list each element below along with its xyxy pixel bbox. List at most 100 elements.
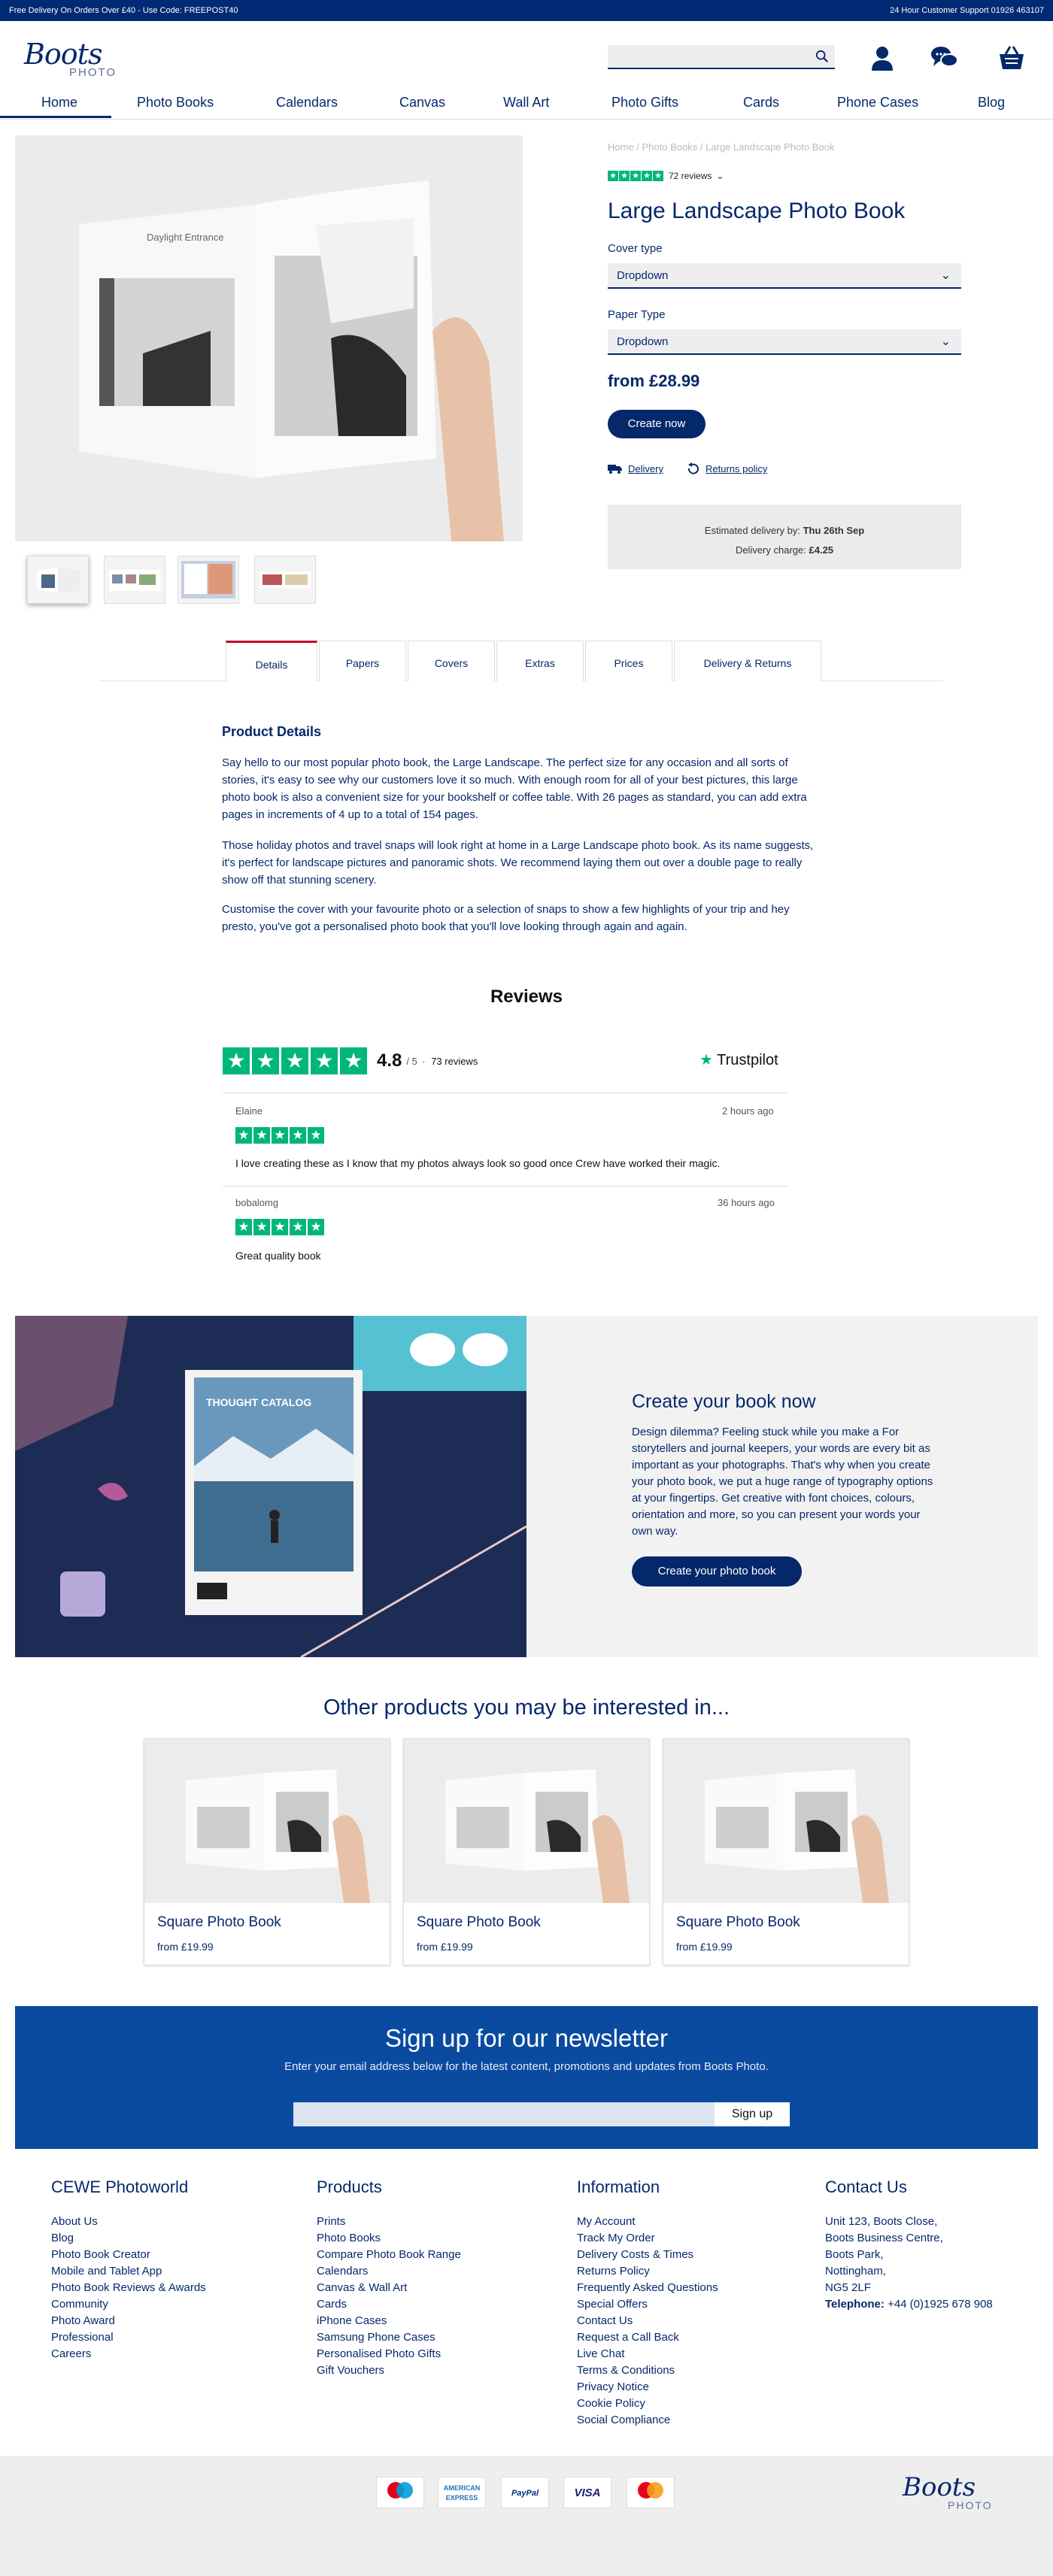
footer-link[interactable]: Terms & Conditions	[577, 2362, 718, 2379]
footer-link[interactable]: Contact Us	[577, 2313, 718, 2329]
nav-photo-gifts[interactable]: Photo Gifts	[611, 95, 678, 111]
mastercard-icon	[627, 2477, 675, 2508]
breadcrumb[interactable]: Home / Photo Books / Large Landscape Pho…	[608, 141, 834, 153]
footer-link[interactable]: Special Offers	[577, 2296, 718, 2313]
thumbnail-1[interactable]	[27, 556, 89, 604]
footer-link[interactable]: Blog	[51, 2230, 206, 2247]
footer-link[interactable]: Careers	[51, 2346, 206, 2362]
tab-extras[interactable]: Extras	[496, 641, 584, 681]
footer-link[interactable]: Compare Photo Book Range	[317, 2247, 461, 2263]
tab-papers[interactable]: Papers	[319, 641, 406, 681]
footer-link[interactable]: Gift Vouchers	[317, 2362, 461, 2379]
review-stars: ★ ★ ★ ★ ★	[235, 1127, 326, 1144]
thumbnail-3[interactable]	[178, 556, 239, 604]
chevron-down-icon: ⌄	[716, 170, 724, 181]
cover-type-select[interactable]: Dropdown ⌄	[608, 263, 961, 289]
review-time: 2 hours ago	[722, 1105, 774, 1117]
reviews-title: Reviews	[490, 986, 563, 1007]
boots-photo-logo[interactable]: Boots PHOTO	[24, 38, 122, 81]
product-card[interactable]: Square Photo Book from £19.99	[403, 1738, 650, 1965]
footer-link[interactable]: Community	[51, 2296, 206, 2313]
footer-link[interactable]: Track My Order	[577, 2230, 718, 2247]
footer-link[interactable]: Mobile and Tablet App	[51, 2263, 206, 2280]
footer-link[interactable]: About Us	[51, 2214, 206, 2230]
address-line: NG5 2LF	[825, 2281, 871, 2294]
tab-details[interactable]: Details	[226, 641, 317, 681]
create-now-button[interactable]: Create now	[608, 410, 706, 438]
product-card[interactable]: Square Photo Book from £19.99	[663, 1738, 909, 1965]
product-card-name: Square Photo Book	[676, 1914, 800, 1930]
footer-link[interactable]: Prints	[317, 2214, 461, 2230]
footer-link[interactable]: Frequently Asked Questions	[577, 2280, 718, 2296]
nav-blog[interactable]: Blog	[978, 95, 1005, 111]
review-time: 36 hours ago	[718, 1197, 775, 1208]
product-price: from £28.99	[608, 371, 700, 390]
nav-canvas[interactable]: Canvas	[399, 95, 445, 111]
reviewer-name: bobalomg	[235, 1197, 279, 1208]
tab-delivery-returns[interactable]: Delivery & Returns	[674, 641, 821, 681]
nav-cards[interactable]: Cards	[743, 95, 779, 111]
details-paragraph-1: Say hello to our most popular photo book…	[222, 756, 807, 821]
footer-link[interactable]: Photo Books	[317, 2230, 461, 2247]
product-card[interactable]: Square Photo Book from £19.99	[144, 1738, 390, 1965]
telephone[interactable]: Telephone: +44 (0)1925 678 908	[825, 2296, 993, 2313]
chat-icon[interactable]	[929, 44, 959, 72]
delivery-link[interactable]: Delivery	[628, 463, 663, 474]
paper-type-select[interactable]: Dropdown ⌄	[608, 329, 961, 355]
nav-phone-cases[interactable]: Phone Cases	[837, 95, 918, 111]
footer-link[interactable]: Personalised Photo Gifts	[317, 2346, 461, 2362]
address-line: Boots Business Centre,	[825, 2232, 943, 2244]
paper-type-label: Paper Type	[608, 308, 666, 321]
rating-summary[interactable]: ★ ★ ★ ★ ★ 72 reviews ⌄	[608, 170, 724, 181]
details-paragraph-3: Customise the cover with your favourite …	[222, 903, 790, 933]
free-delivery-text: Free Delivery On Orders Over £40 - Use C…	[9, 6, 238, 15]
footer-link[interactable]: Delivery Costs & Times	[577, 2247, 718, 2263]
footer-link[interactable]: My Account	[577, 2214, 718, 2230]
telephone-label: Telephone:	[825, 2298, 885, 2311]
paypal-icon: PayPal	[501, 2477, 549, 2508]
nav-wall-art[interactable]: Wall Art	[503, 95, 549, 111]
newsletter-signup-button[interactable]: Sign up	[715, 2102, 790, 2126]
est-delivery-date: Thu 26th Sep	[803, 525, 865, 536]
footer-heading: CEWE Photoworld	[51, 2177, 189, 2196]
footer-link[interactable]: Photo Book Creator	[51, 2247, 206, 2263]
thumbnail-4[interactable]	[254, 556, 316, 604]
nav-photo-books[interactable]: Photo Books	[137, 95, 214, 111]
create-photo-book-button[interactable]: Create your photo book	[632, 1556, 802, 1587]
product-card-name: Square Photo Book	[157, 1914, 281, 1930]
footer-link[interactable]: Cards	[317, 2296, 461, 2313]
trustpilot-logo[interactable]: ★ Trustpilot	[699, 1050, 778, 1069]
basket-icon[interactable]	[997, 44, 1027, 72]
product-card-price: from £19.99	[417, 1941, 473, 1953]
returns-policy-link[interactable]: Returns policy	[706, 463, 767, 474]
footer-link[interactable]: Social Compliance	[577, 2412, 718, 2429]
footer-link[interactable]: Live Chat	[577, 2346, 718, 2362]
footer-link[interactable]: Samsung Phone Cases	[317, 2329, 461, 2346]
footer-link[interactable]: Professional	[51, 2329, 206, 2346]
footer-link[interactable]: Returns Policy	[577, 2263, 718, 2280]
main-nav: Home Photo Books Calendars Canvas Wall A…	[0, 86, 1053, 120]
nav-calendars[interactable]: Calendars	[276, 95, 338, 111]
account-icon[interactable]	[867, 44, 897, 72]
footer-link[interactable]: Photo Award	[51, 2313, 206, 2329]
dot-separator: ·	[421, 1055, 426, 1067]
footer-link[interactable]: iPhone Cases	[317, 2313, 461, 2329]
tab-covers[interactable]: Covers	[408, 641, 495, 681]
footer-link[interactable]: Privacy Notice	[577, 2379, 718, 2396]
footer-boots-photo-logo[interactable]: Boots PHOTO	[903, 2472, 1000, 2517]
tab-prices[interactable]: Prices	[585, 641, 672, 681]
product-card-image	[663, 1739, 909, 1903]
footer-link[interactable]: Request a Call Back	[577, 2329, 718, 2346]
search-icon[interactable]	[815, 50, 829, 63]
newsletter-email-input[interactable]	[293, 2102, 715, 2126]
thumbnail-2[interactable]	[104, 556, 165, 604]
product-main-image[interactable]: Daylight Entrance	[15, 135, 523, 541]
search-input[interactable]	[608, 45, 835, 69]
product-card-image	[144, 1739, 390, 1903]
nav-home[interactable]: Home	[41, 95, 77, 111]
footer-link[interactable]: Cookie Policy	[577, 2396, 718, 2412]
footer-link[interactable]: Canvas & Wall Art	[317, 2280, 461, 2296]
footer-link[interactable]: Photo Book Reviews & Awards	[51, 2280, 206, 2296]
review-total: 73 reviews	[431, 1055, 478, 1067]
footer-link[interactable]: Calendars	[317, 2263, 461, 2280]
